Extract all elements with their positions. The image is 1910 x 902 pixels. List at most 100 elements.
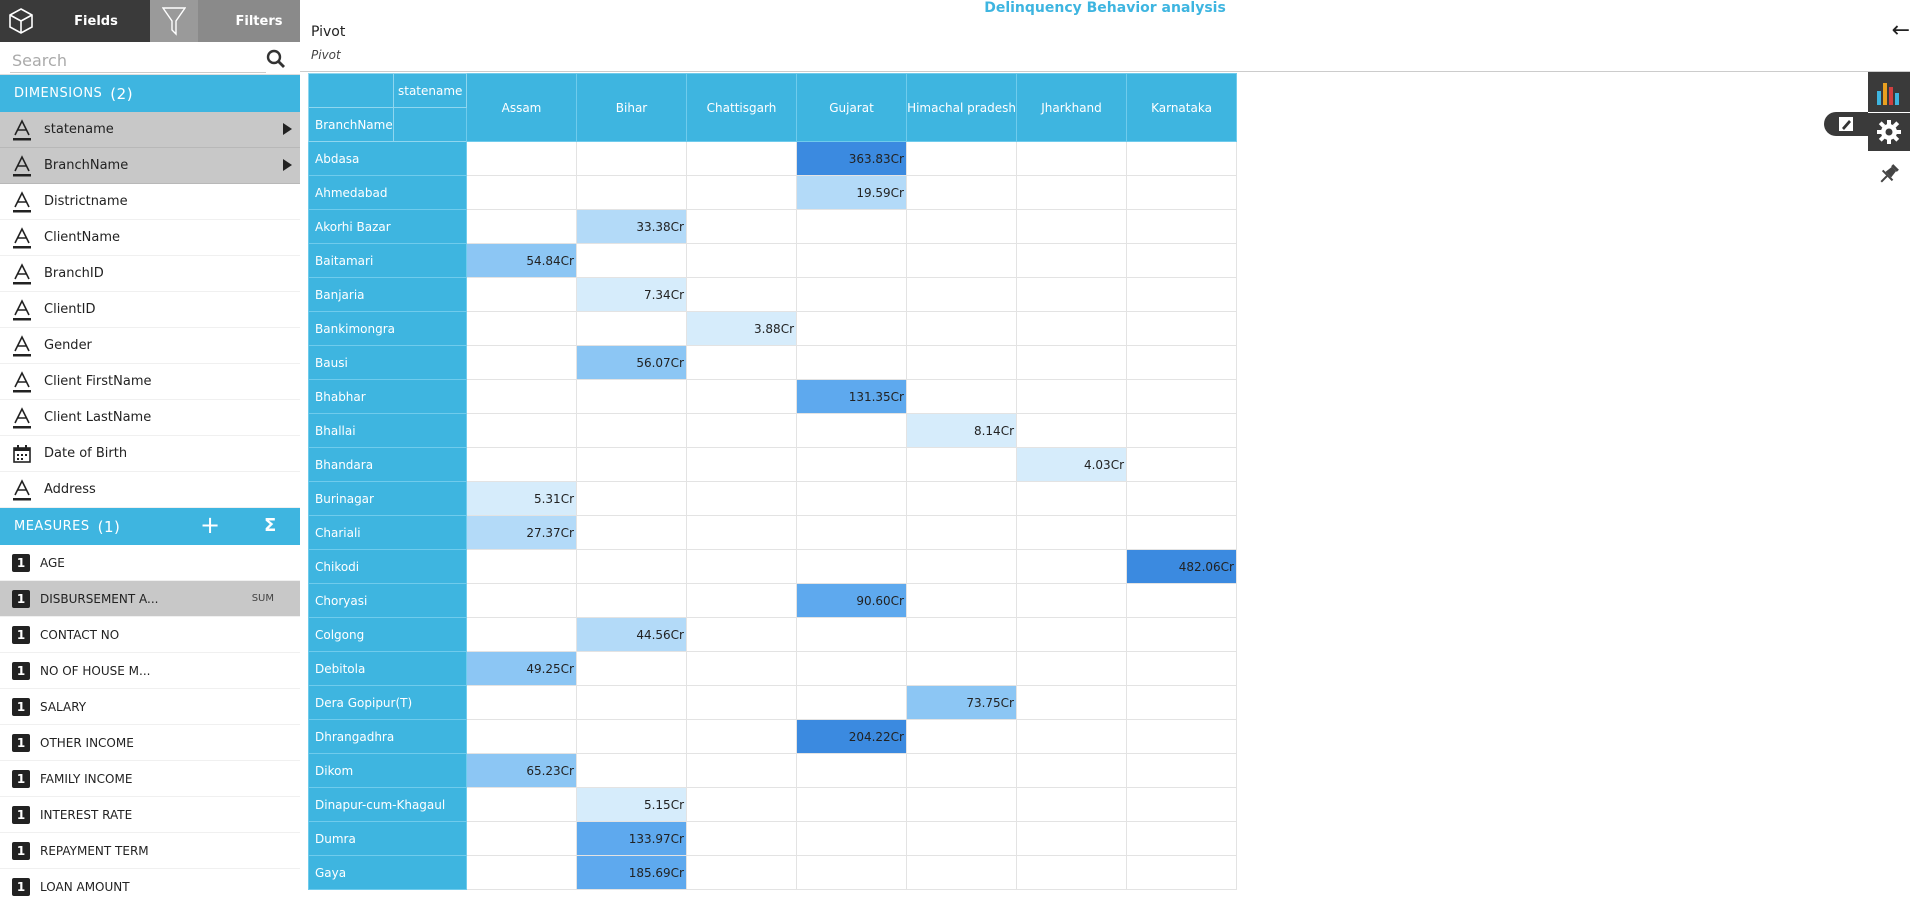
table-cell[interactable] xyxy=(906,651,1017,686)
table-cell[interactable] xyxy=(576,583,687,618)
table-cell[interactable] xyxy=(1126,277,1237,312)
row-header[interactable]: Bhallai xyxy=(308,413,467,448)
row-header[interactable]: Akorhi Bazar xyxy=(308,209,467,244)
table-cell[interactable] xyxy=(466,209,577,244)
tab-filters[interactable]: Filters xyxy=(150,0,300,42)
table-cell[interactable] xyxy=(796,549,907,584)
table-cell[interactable] xyxy=(1016,345,1127,380)
dimension-item[interactable]: BranchName xyxy=(0,148,300,184)
measure-item[interactable]: 1 DISBURSEMENT A... SUM xyxy=(0,581,300,617)
table-cell[interactable] xyxy=(1016,685,1127,720)
table-cell[interactable] xyxy=(576,719,687,754)
table-cell[interactable] xyxy=(1126,243,1237,278)
table-cell[interactable]: 8.14Cr xyxy=(906,413,1017,448)
table-cell[interactable]: 90.60Cr xyxy=(796,583,907,618)
table-cell[interactable] xyxy=(906,141,1017,176)
table-cell[interactable] xyxy=(576,481,687,516)
table-cell[interactable] xyxy=(1126,617,1237,652)
dimension-item[interactable]: ClientName xyxy=(0,220,300,256)
settings-button[interactable] xyxy=(1868,113,1910,151)
row-header[interactable]: Debitola xyxy=(308,651,467,686)
table-cell[interactable] xyxy=(466,855,577,890)
table-cell[interactable] xyxy=(1126,447,1237,482)
table-cell[interactable] xyxy=(906,549,1017,584)
table-cell[interactable] xyxy=(1016,311,1127,346)
table-cell[interactable] xyxy=(1016,175,1127,210)
table-cell[interactable]: 49.25Cr xyxy=(466,651,577,686)
table-cell[interactable] xyxy=(466,413,577,448)
row-header[interactable]: Bankimongra xyxy=(308,311,467,346)
table-cell[interactable] xyxy=(686,277,797,312)
column-header[interactable]: Jharkhand xyxy=(1016,73,1127,142)
table-cell[interactable] xyxy=(576,243,687,278)
measure-item[interactable]: 1 SALARY xyxy=(0,689,300,725)
table-cell[interactable] xyxy=(1126,583,1237,618)
table-cell[interactable]: 204.22Cr xyxy=(796,719,907,754)
table-cell[interactable] xyxy=(576,685,687,720)
table-cell[interactable] xyxy=(796,311,907,346)
table-cell[interactable] xyxy=(796,821,907,856)
row-header[interactable]: Choryasi xyxy=(308,583,467,618)
table-cell[interactable]: 131.35Cr xyxy=(796,379,907,414)
table-cell[interactable] xyxy=(686,753,797,788)
tab-fields[interactable]: Fields xyxy=(42,0,150,42)
table-cell[interactable] xyxy=(1126,345,1237,380)
table-cell[interactable] xyxy=(466,379,577,414)
table-cell[interactable] xyxy=(1126,685,1237,720)
table-cell[interactable] xyxy=(796,651,907,686)
table-cell[interactable] xyxy=(686,685,797,720)
dimension-item[interactable]: Date of Birth xyxy=(0,436,300,472)
table-cell[interactable] xyxy=(576,753,687,788)
expand-arrow-icon[interactable] xyxy=(283,159,292,171)
dimension-item[interactable]: Client FirstName xyxy=(0,364,300,400)
table-cell[interactable] xyxy=(1016,209,1127,244)
row-header[interactable]: Chariali xyxy=(308,515,467,550)
table-cell[interactable] xyxy=(796,515,907,550)
column-header[interactable]: Assam xyxy=(466,73,577,142)
aggregation-label[interactable]: SUM xyxy=(252,593,274,604)
dimension-item[interactable]: ClientID xyxy=(0,292,300,328)
measure-item[interactable]: 1 OTHER INCOME xyxy=(0,725,300,761)
table-cell[interactable] xyxy=(576,141,687,176)
table-cell[interactable] xyxy=(906,583,1017,618)
table-cell[interactable]: 4.03Cr xyxy=(1016,447,1127,482)
table-cell[interactable] xyxy=(1016,651,1127,686)
table-cell[interactable] xyxy=(796,345,907,380)
add-measure-button[interactable]: + xyxy=(200,513,221,537)
table-cell[interactable] xyxy=(1126,141,1237,176)
table-cell[interactable] xyxy=(1016,243,1127,278)
table-cell[interactable] xyxy=(466,685,577,720)
table-cell[interactable] xyxy=(906,481,1017,516)
table-cell[interactable] xyxy=(906,175,1017,210)
row-header[interactable]: Chikodi xyxy=(308,549,467,584)
table-cell[interactable] xyxy=(1126,209,1237,244)
table-cell[interactable] xyxy=(1016,583,1127,618)
column-header[interactable]: Himachal pradesh xyxy=(906,73,1017,142)
table-cell[interactable] xyxy=(1126,515,1237,550)
table-cell[interactable] xyxy=(1016,617,1127,652)
table-cell[interactable] xyxy=(686,855,797,890)
row-header[interactable]: Burinagar xyxy=(308,481,467,516)
table-cell[interactable] xyxy=(1016,413,1127,448)
search-input[interactable] xyxy=(10,48,266,73)
table-cell[interactable] xyxy=(796,685,907,720)
dimension-item[interactable]: Districtname xyxy=(0,184,300,220)
table-cell[interactable]: 185.69Cr xyxy=(576,855,687,890)
table-cell[interactable] xyxy=(686,719,797,754)
table-cell[interactable] xyxy=(796,209,907,244)
table-cell[interactable] xyxy=(686,413,797,448)
column-field-label[interactable]: statename xyxy=(393,73,467,108)
table-cell[interactable] xyxy=(796,277,907,312)
table-cell[interactable]: 33.38Cr xyxy=(576,209,687,244)
table-cell[interactable] xyxy=(1126,753,1237,788)
app-logo-icon[interactable] xyxy=(0,0,42,42)
table-cell[interactable]: 5.15Cr xyxy=(576,787,687,822)
table-cell[interactable] xyxy=(796,617,907,652)
table-cell[interactable] xyxy=(466,175,577,210)
table-cell[interactable] xyxy=(906,787,1017,822)
table-cell[interactable] xyxy=(906,345,1017,380)
row-field-label[interactable]: BranchName xyxy=(307,107,395,142)
table-cell[interactable] xyxy=(576,413,687,448)
table-cell[interactable] xyxy=(576,651,687,686)
table-cell[interactable] xyxy=(686,617,797,652)
